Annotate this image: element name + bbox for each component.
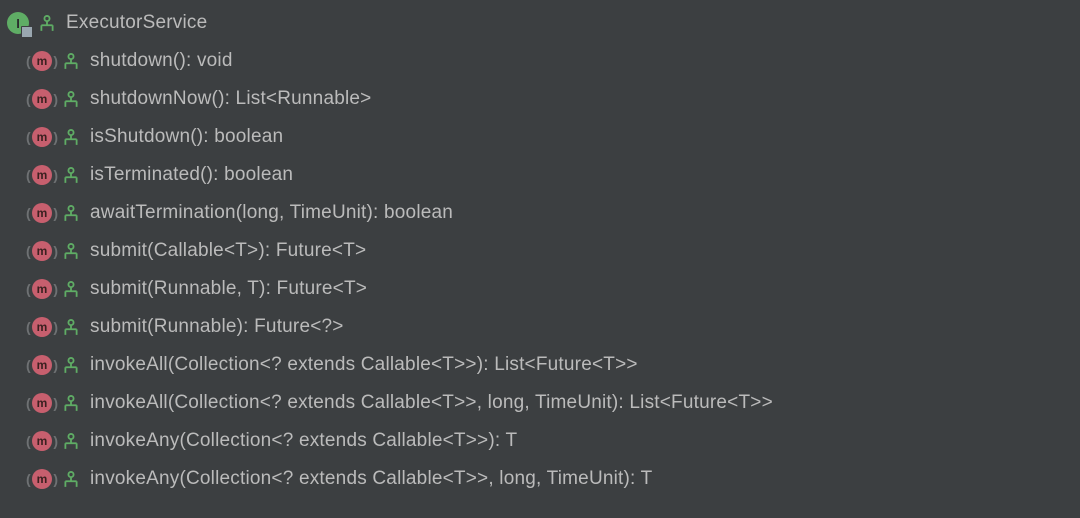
- tree-node-method[interactable]: (m) shutdown(): void: [0, 42, 1080, 80]
- method-signature-label: submit(Runnable): Future<?>: [90, 316, 344, 338]
- method-icon: (m): [30, 353, 54, 377]
- method-icon: (m): [30, 49, 54, 73]
- method-signature-label: invokeAny(Collection<? extends Callable<…: [90, 468, 652, 490]
- method-signature-label: shutdownNow(): List<Runnable>: [90, 88, 371, 110]
- abstract-method-icon: [62, 166, 80, 184]
- abstract-method-icon: [62, 432, 80, 450]
- interface-name-label: ExecutorService: [66, 12, 207, 34]
- method-signature-label: submit(Callable<T>): Future<T>: [90, 240, 366, 262]
- tree-node-method[interactable]: (m) submit(Callable<T>): Future<T>: [0, 232, 1080, 270]
- method-signature-label: invokeAll(Collection<? extends Callable<…: [90, 354, 638, 376]
- tree-node-method[interactable]: (m) invokeAny(Collection<? extends Callab…: [0, 422, 1080, 460]
- method-icon: (m): [30, 391, 54, 415]
- method-icon: (m): [30, 315, 54, 339]
- abstract-method-icon: [62, 242, 80, 260]
- tree-node-method[interactable]: (m) awaitTermination(long, TimeUnit): boo…: [0, 194, 1080, 232]
- tree-node-method[interactable]: (m) isShutdown(): boolean: [0, 118, 1080, 156]
- tree-node-method[interactable]: (m) submit(Runnable, T): Future<T>: [0, 270, 1080, 308]
- abstract-method-icon: [62, 90, 80, 108]
- abstract-method-icon: [62, 318, 80, 336]
- tree-node-method[interactable]: (m) invokeAll(Collection<? extends Callab…: [0, 384, 1080, 422]
- abstract-method-icon: [62, 204, 80, 222]
- abstract-method-icon: [62, 128, 80, 146]
- abstract-method-icon: [38, 14, 56, 32]
- method-icon: (m): [30, 87, 54, 111]
- abstract-method-icon: [62, 52, 80, 70]
- abstract-method-icon: [62, 394, 80, 412]
- method-signature-label: isTerminated(): boolean: [90, 164, 293, 186]
- structure-tree: I ExecutorService (m) shutdown(): void (m) sh…: [0, 4, 1080, 498]
- method-icon: (m): [30, 125, 54, 149]
- tree-node-interface[interactable]: I ExecutorService: [0, 4, 1080, 42]
- method-signature-label: awaitTermination(long, TimeUnit): boolea…: [90, 202, 453, 224]
- method-signature-label: submit(Runnable, T): Future<T>: [90, 278, 367, 300]
- method-signature-label: invokeAny(Collection<? extends Callable<…: [90, 430, 517, 452]
- tree-node-method[interactable]: (m) submit(Runnable): Future<?>: [0, 308, 1080, 346]
- abstract-method-icon: [62, 280, 80, 298]
- method-signature-label: shutdown(): void: [90, 50, 233, 72]
- method-signature-label: invokeAll(Collection<? extends Callable<…: [90, 392, 773, 414]
- tree-node-method[interactable]: (m) invokeAny(Collection<? extends Callab…: [0, 460, 1080, 498]
- method-icon: (m): [30, 201, 54, 225]
- interface-icon: I: [6, 11, 30, 35]
- tree-node-method[interactable]: (m) isTerminated(): boolean: [0, 156, 1080, 194]
- method-icon: (m): [30, 277, 54, 301]
- abstract-method-icon: [62, 470, 80, 488]
- tree-node-method[interactable]: (m) shutdownNow(): List<Runnable>: [0, 80, 1080, 118]
- method-icon: (m): [30, 429, 54, 453]
- method-icon: (m): [30, 163, 54, 187]
- abstract-method-icon: [62, 356, 80, 374]
- method-icon: (m): [30, 239, 54, 263]
- tree-node-method[interactable]: (m) invokeAll(Collection<? extends Callab…: [0, 346, 1080, 384]
- method-signature-label: isShutdown(): boolean: [90, 126, 283, 148]
- method-icon: (m): [30, 467, 54, 491]
